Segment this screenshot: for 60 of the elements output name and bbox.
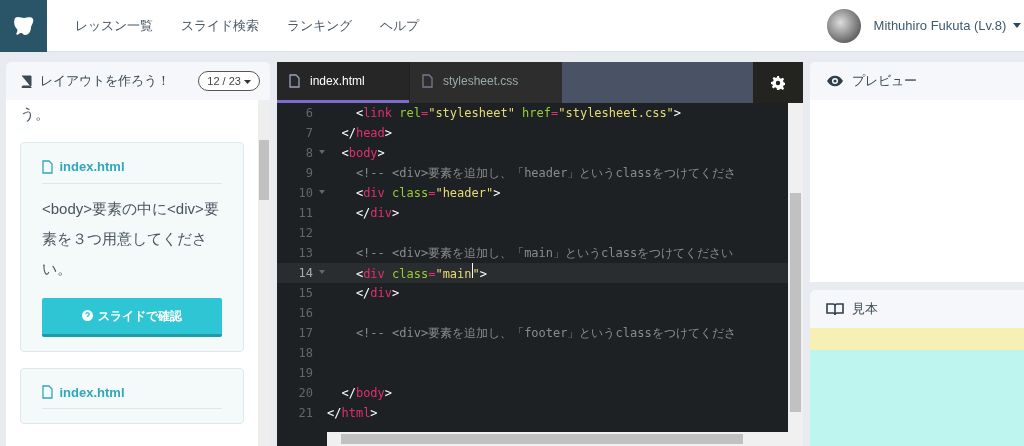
user-menu[interactable]: Mithuhiro Fukuta (Lv.8)	[873, 15, 1007, 36]
code-line: <body>	[340, 145, 385, 162]
line-number: 16	[297, 305, 314, 322]
lesson-text: う。	[20, 104, 51, 124]
code-line: </div>	[354, 285, 400, 302]
fold-icon[interactable]	[319, 189, 325, 194]
line-number: 10	[277, 184, 327, 202]
scrollbar[interactable]	[327, 432, 803, 446]
caret-icon	[244, 79, 251, 84]
scrollbar[interactable]	[258, 100, 270, 446]
logo[interactable]	[0, 0, 47, 52]
line-number: 6	[304, 105, 314, 122]
line-number: 15	[297, 285, 314, 302]
nav-link[interactable]: スライド検索	[181, 15, 259, 36]
panel-title: 見本	[852, 300, 878, 319]
avatar[interactable]	[827, 8, 862, 43]
code-line: </html>	[327, 405, 378, 422]
scrollbar[interactable]	[788, 103, 803, 432]
line-number: 21	[297, 405, 314, 422]
file-icon	[422, 74, 433, 88]
file-icon	[289, 74, 300, 88]
instruction-text: <body>要素の中に<div>要素を３つ用意してください。	[42, 198, 220, 279]
code-line: </body>	[340, 385, 393, 402]
file-icon	[42, 385, 53, 400]
nav-link[interactable]: ランキング	[287, 15, 352, 36]
line-number: 13	[297, 245, 314, 262]
open-book-icon	[826, 302, 844, 316]
line-number: 18	[297, 345, 314, 362]
line-number: 19	[297, 365, 314, 382]
line-number: 11	[297, 205, 314, 222]
code-line: <!-- <div>要素を追加し、「header」というclassをつけてくださ	[354, 165, 736, 182]
code-line: <!-- <div>要素を追加し、「main」というclassをつけてください	[354, 245, 734, 262]
fold-icon[interactable]	[319, 269, 325, 274]
editor-tab[interactable]: index.html	[277, 62, 409, 103]
help-icon	[82, 309, 93, 321]
code-line: <link rel="stylesheet" href="stylesheet.css">	[354, 105, 682, 122]
code-line: <!-- <div>要素を追加し、「footer」というclassをつけてくださ	[354, 325, 736, 342]
caret-icon[interactable]	[1012, 23, 1021, 28]
panel-title: プレビュー	[852, 72, 917, 91]
code-line: </div>	[354, 205, 400, 222]
line-number: 9	[304, 165, 314, 182]
line-number: 14	[277, 264, 327, 282]
line-number: 17	[297, 325, 314, 342]
line-number: 20	[297, 385, 314, 402]
nav-link[interactable]: レッスン一覧	[75, 15, 153, 36]
lesson-title: レイアウトを作ろう！	[39, 72, 170, 91]
settings-icon[interactable]	[753, 62, 803, 103]
eye-icon	[826, 75, 844, 87]
line-number: 12	[297, 225, 314, 242]
line-number: 8	[277, 144, 327, 162]
code-line: <div class="main">	[327, 263, 487, 283]
code-line: </head>	[340, 125, 393, 142]
code-line: <div class="header">	[354, 185, 501, 202]
file-name: index.html	[59, 158, 125, 176]
file-name: index.html	[59, 383, 125, 402]
progress-dropdown[interactable]: 12 / 23	[198, 70, 260, 92]
nav-link[interactable]: ヘルプ	[380, 15, 419, 36]
line-number: 7	[304, 125, 314, 142]
file-icon	[42, 159, 53, 174]
fold-icon[interactable]	[319, 149, 325, 154]
